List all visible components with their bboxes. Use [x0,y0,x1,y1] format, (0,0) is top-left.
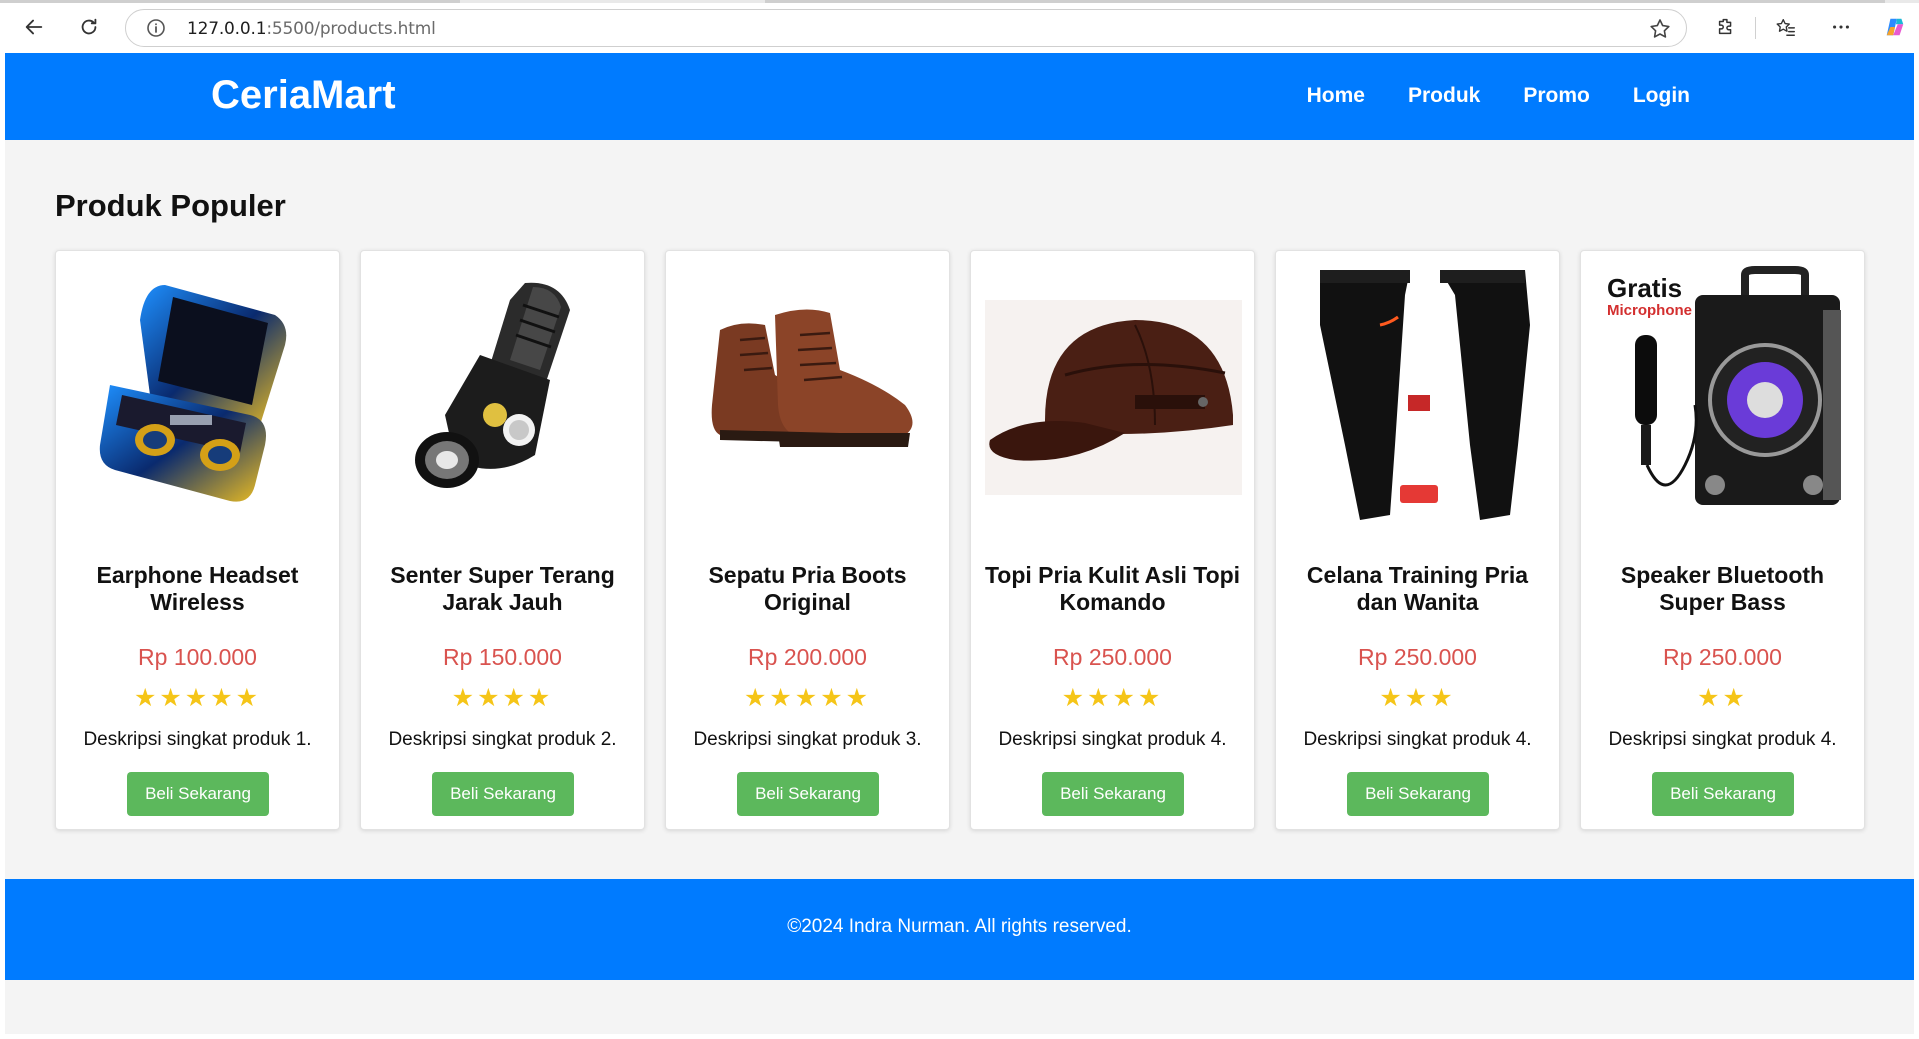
product-price: Rp 250.000 [1663,644,1782,670]
product-title: Senter Super Terang Jarak Jauh [390,562,615,615]
buy-now-button[interactable]: Beli Sekarang [432,772,574,816]
copilot-button[interactable] [1879,11,1911,43]
cap-image [985,265,1242,522]
buy-now-button[interactable]: Beli Sekarang [737,772,879,816]
extensions-button[interactable] [1710,11,1742,43]
product-grid: Earphone Headset Wireless Rp 100.000 ★★★… [55,250,1865,830]
product-description: Deskripsi singkat produk 3. [693,729,922,750]
address-bar[interactable]: 127.0.0.1:5500/products.html [125,9,1687,47]
site-footer: ©2024 Indra Nurman. All rights reserved. [5,879,1914,980]
more-dots-icon [1833,25,1849,29]
pants-image [1290,265,1547,522]
buy-now-button[interactable]: Beli Sekarang [1347,772,1489,816]
puzzle-icon [1718,18,1732,35]
main-nav: Home Produk Promo Login [1307,84,1690,108]
buy-now-button[interactable]: Beli Sekarang [1652,772,1794,816]
favorite-star-icon[interactable] [1648,17,1672,41]
product-price: Rp 200.000 [748,644,867,670]
rating-stars: ★★★ [1379,683,1456,712]
favorites-list-icon [1776,18,1795,36]
info-icon[interactable] [146,18,166,38]
back-button[interactable] [18,11,50,43]
page-viewport: CeriaMart Home Produk Promo Login Produk… [5,53,1914,1034]
more-menu-button[interactable] [1825,11,1857,43]
url-text: 127.0.0.1:5500/products.html [187,19,436,39]
site-logo[interactable]: CeriaMart [211,73,396,118]
rating-stars: ★★ [1697,683,1748,712]
reload-button[interactable] [73,11,105,43]
product-description: Deskripsi singkat produk 4. [1303,729,1532,750]
buy-now-button[interactable]: Beli Sekarang [127,772,269,816]
browser-toolbar: 127.0.0.1:5500/products.html [0,0,1919,55]
product-price: Rp 250.000 [1053,644,1172,670]
product-description: Deskripsi singkat produk 4. [1608,729,1837,750]
section-title: Produk Populer [55,188,286,223]
product-price: Rp 100.000 [138,644,257,670]
product-card: Gratis Microphone Speaker Bluetooth Supe… [1580,250,1865,830]
speaker-image: Gratis Microphone [1595,265,1852,522]
product-title: Earphone Headset Wireless [96,562,299,615]
svg-text:Microphone: Microphone [1607,302,1692,319]
product-card: Sepatu Pria Boots Original Rp 200.000 ★★… [665,250,950,830]
product-price: Rp 250.000 [1358,644,1477,670]
tab-strip [0,0,1919,3]
rating-stars: ★★★★ [1061,683,1164,712]
arrow-left-icon [25,19,43,35]
svg-text:Gratis: Gratis [1607,273,1682,303]
product-card: Celana Training Pria dan Wanita Rp 250.0… [1275,250,1560,830]
flashlight-image [375,265,632,522]
nav-produk-link[interactable]: Produk [1408,84,1480,108]
earphone-image [70,265,327,522]
boots-image [680,265,937,522]
product-title: Topi Pria Kulit Asli Topi Komando [984,562,1241,615]
rating-stars: ★★★★★ [743,683,872,712]
buy-now-button[interactable]: Beli Sekarang [1042,772,1184,816]
product-card: Senter Super Terang Jarak Jauh Rp 150.00… [360,250,645,830]
product-card: Topi Pria Kulit Asli Topi Komando Rp 250… [970,250,1255,830]
product-description: Deskripsi singkat produk 2. [388,729,617,750]
rating-stars: ★★★★★ [133,683,262,712]
copilot-icon [1886,18,1904,36]
product-card: Earphone Headset Wireless Rp 100.000 ★★★… [55,250,340,830]
product-title: Speaker Bluetooth Super Bass [1620,562,1825,615]
favorites-button[interactable] [1770,11,1802,43]
reload-icon [81,18,97,35]
nav-home-link[interactable]: Home [1307,84,1365,108]
product-description: Deskripsi singkat produk 1. [83,729,312,750]
product-title: Sepatu Pria Boots Original [708,562,907,615]
toolbar-separator [1755,17,1756,39]
product-description: Deskripsi singkat produk 4. [998,729,1227,750]
site-header: CeriaMart Home Produk Promo Login [5,53,1914,140]
nav-login-link[interactable]: Login [1633,84,1690,108]
copyright-text: ©2024 Indra Nurman. All rights reserved. [787,916,1132,937]
product-title: Celana Training Pria dan Wanita [1306,562,1529,615]
nav-promo-link[interactable]: Promo [1523,84,1590,108]
product-price: Rp 150.000 [443,644,562,670]
rating-stars: ★★★★ [451,683,554,712]
